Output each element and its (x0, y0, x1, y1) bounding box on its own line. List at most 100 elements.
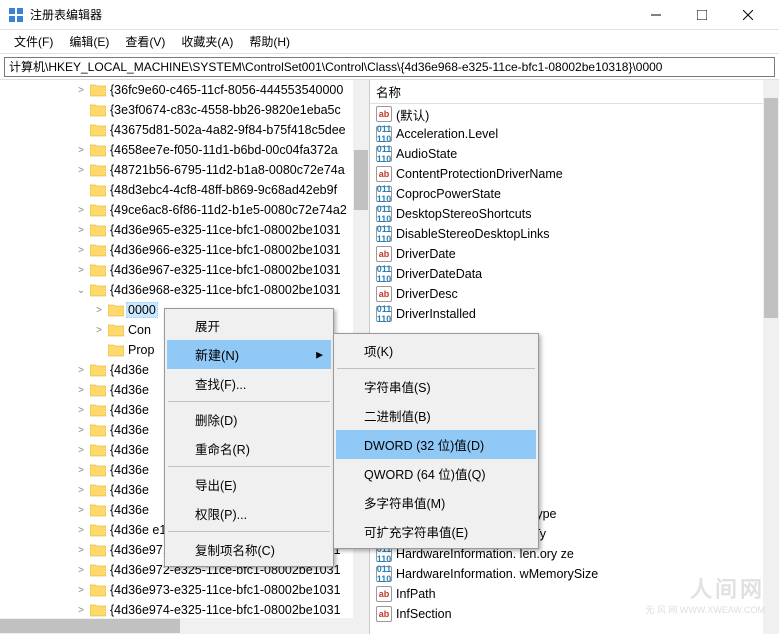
ctx-new[interactable]: 新建(N)▶ (167, 340, 331, 369)
value-row[interactable]: 011110AudioState (370, 144, 779, 164)
value-row[interactable]: abInfSection (370, 604, 779, 624)
column-header-name[interactable]: 名称 (370, 80, 779, 104)
expand-toggle[interactable]: ⌄ (74, 285, 88, 296)
maximize-button[interactable] (679, 0, 725, 30)
new-submenu: 项(K) 字符串值(S) 二进制值(B) DWORD (32 位)值(D) QW… (333, 333, 539, 549)
minimize-button[interactable] (633, 0, 679, 30)
new-expandstring[interactable]: 可扩充字符串值(E) (336, 517, 536, 546)
expand-toggle[interactable]: > (74, 405, 88, 416)
new-dword[interactable]: DWORD (32 位)值(D) (336, 430, 536, 459)
tree-item[interactable]: >{4d36e965-e325-11ce-bfc1-08002be1031 (0, 220, 353, 240)
tree-item[interactable]: >{4658ee7e-f050-11d1-b6bd-00c04fa372a (0, 140, 353, 160)
folder-icon (90, 583, 106, 597)
expand-toggle[interactable]: > (74, 225, 88, 236)
value-name: InfPath (396, 587, 436, 601)
tree-hscrollbar[interactable] (0, 618, 353, 634)
string-value-icon: ab (376, 606, 392, 622)
value-row[interactable]: 011110Acceleration.Level (370, 124, 779, 144)
expand-toggle[interactable]: > (74, 505, 88, 516)
expand-toggle[interactable]: > (74, 425, 88, 436)
expand-toggle[interactable]: > (74, 245, 88, 256)
address-input[interactable] (4, 57, 775, 77)
expand-toggle[interactable]: > (74, 605, 88, 616)
menu-file[interactable]: 文件(F) (6, 30, 61, 53)
value-row[interactable]: abContentProtectionDriverName (370, 164, 779, 184)
folder-icon (108, 303, 124, 317)
tree-item[interactable]: {3e3f0674-c83c-4558-bb26-9820e1eba5c (0, 100, 353, 120)
folder-icon (90, 183, 106, 197)
new-multistring[interactable]: 多字符串值(M) (336, 488, 536, 517)
expand-toggle[interactable]: > (74, 445, 88, 456)
expand-toggle[interactable]: > (74, 165, 88, 176)
list-vscrollbar[interactable] (763, 80, 779, 634)
ctx-copy-key-name[interactable]: 复制项名称(C) (167, 535, 331, 564)
expand-toggle[interactable]: > (74, 365, 88, 376)
new-string[interactable]: 字符串值(S) (336, 372, 536, 401)
tree-item[interactable]: >{4d36e973-e325-11ce-bfc1-08002be1031 (0, 580, 353, 600)
ctx-delete[interactable]: 删除(D) (167, 405, 331, 434)
value-name: AudioState (396, 147, 457, 161)
ctx-permissions[interactable]: 权限(P)... (167, 499, 331, 528)
separator (168, 401, 330, 402)
value-row[interactable]: 011110DesktopStereoShortcuts (370, 204, 779, 224)
menu-favorites[interactable]: 收藏夹(A) (173, 30, 241, 53)
ctx-rename[interactable]: 重命名(R) (167, 434, 331, 463)
string-value-icon: ab (376, 106, 392, 122)
menu-edit[interactable]: 编辑(E) (61, 30, 117, 53)
value-name: DriverDesc (396, 287, 458, 301)
tree-item[interactable]: >{36fc9e60-c465-11cf-8056-444553540000 (0, 80, 353, 100)
menu-view[interactable]: 查看(V) (117, 30, 173, 53)
tree-item[interactable]: > {4d36e966-e325-11ce-bfc1-08002be1031 (0, 240, 353, 260)
expand-toggle[interactable]: > (92, 305, 106, 316)
separator (168, 531, 330, 532)
ctx-expand[interactable]: 展开 (167, 311, 331, 340)
new-qword[interactable]: QWORD (64 位)值(Q) (336, 459, 536, 488)
value-row[interactable]: abInfPath (370, 584, 779, 604)
ctx-export[interactable]: 导出(E) (167, 470, 331, 499)
ctx-find[interactable]: 查找(F)... (167, 369, 331, 398)
expand-toggle[interactable]: > (74, 585, 88, 596)
expand-toggle[interactable]: > (74, 545, 88, 556)
tree-item[interactable]: {43675d81-502a-4a82-9f84-b75f418c5dee (0, 120, 353, 140)
tree-item-label: {4d36e (108, 462, 151, 478)
value-row[interactable]: abDriverDesc (370, 284, 779, 304)
expand-toggle[interactable]: > (74, 205, 88, 216)
tree-item[interactable]: {48d3ebc4-4cf8-48ff-b869-9c68ad42eb9f (0, 180, 353, 200)
new-binary[interactable]: 二进制值(B) (336, 401, 536, 430)
menu-help[interactable]: 帮助(H) (241, 30, 298, 53)
expand-toggle[interactable]: > (74, 265, 88, 276)
tree-item[interactable]: >{4d36e974-e325-11ce-bfc1-08002be1031 (0, 600, 353, 620)
tree-item-label: {4d36e (108, 482, 151, 498)
folder-icon (90, 83, 106, 97)
string-value-icon: ab (376, 246, 392, 262)
value-row[interactable]: abDriverDate (370, 244, 779, 264)
value-row[interactable]: 011110HardwareInformation. wMemorySize (370, 564, 779, 584)
expand-toggle[interactable]: > (74, 145, 88, 156)
value-name: DisableStereoDesktopLinks (396, 227, 550, 241)
folder-icon (90, 463, 106, 477)
expand-toggle[interactable]: > (74, 485, 88, 496)
tree-item[interactable]: ⌄{4d36e968-e325-11ce-bfc1-08002be1031 (0, 280, 353, 300)
expand-toggle[interactable]: > (74, 465, 88, 476)
folder-icon (90, 223, 106, 237)
value-row[interactable]: 011110DriverInstalled (370, 304, 779, 324)
new-key[interactable]: 项(K) (336, 336, 536, 365)
binary-value-icon: 011110 (376, 266, 392, 282)
expand-toggle[interactable]: > (92, 325, 106, 336)
tree-item-label: {4d36e966-e325-11ce-bfc1-08002be1031 (108, 242, 343, 258)
expand-toggle[interactable]: > (74, 565, 88, 576)
expand-toggle[interactable]: > (74, 525, 88, 536)
folder-icon (90, 263, 106, 277)
value-name: DesktopStereoShortcuts (396, 207, 532, 221)
close-button[interactable] (725, 0, 771, 30)
tree-item-label: {4d36e (108, 422, 151, 438)
value-row[interactable]: 011110DisableStereoDesktopLinks (370, 224, 779, 244)
value-row[interactable]: 011110CoprocPowerState (370, 184, 779, 204)
tree-item[interactable]: >{48721b56-6795-11d2-b1a8-0080c72e74a (0, 160, 353, 180)
value-row[interactable]: ab(默认) (370, 104, 779, 124)
tree-item[interactable]: >{49ce6ac8-6f86-11d2-b1e5-0080c72e74a2 (0, 200, 353, 220)
tree-item[interactable]: >{4d36e967-e325-11ce-bfc1-08002be1031 (0, 260, 353, 280)
value-row[interactable]: 011110DriverDateData (370, 264, 779, 284)
expand-toggle[interactable]: > (74, 85, 88, 96)
expand-toggle[interactable]: > (74, 385, 88, 396)
